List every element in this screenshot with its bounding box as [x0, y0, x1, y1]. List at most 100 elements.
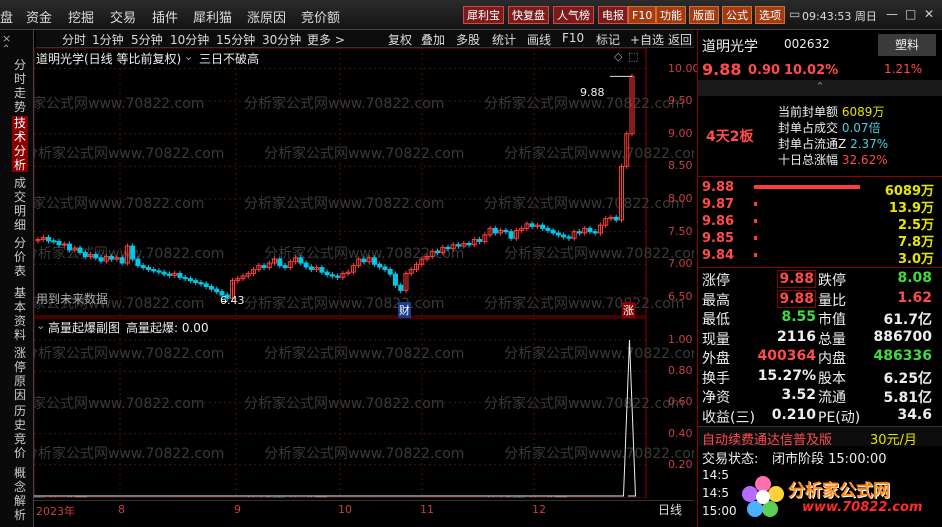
mark-button[interactable]: 标记 [596, 31, 620, 48]
period-tab[interactable]: 5分钟 [131, 31, 163, 48]
watermark: 分析家公式网www.70822.com [504, 245, 694, 262]
telegraph-button[interactable]: 电报 [598, 6, 628, 24]
stat-label: 最低 [702, 312, 730, 328]
adjust-button[interactable]: 复权 [388, 31, 412, 48]
period-tab[interactable]: 10分钟 [170, 31, 209, 48]
candle-body [46, 237, 52, 242]
info-value: 6089万 [841, 105, 885, 119]
chevron-up-icon[interactable]: ⌃ [2, 44, 10, 55]
tab-time-share[interactable]: 分时走势 [12, 58, 28, 114]
stat-label: 股本 [818, 370, 846, 387]
promo-banner[interactable]: 自动续费通达信普及版 30元/月 [698, 426, 942, 448]
finance-marker[interactable]: 财 [398, 302, 411, 318]
menu-item[interactable]: 交易 [110, 7, 136, 26]
volume-spike-line [34, 339, 637, 497]
watermark: 分析家公式网www.70822.com [504, 145, 694, 162]
sub-chevron-icon[interactable]: ⌄ [36, 319, 45, 332]
f10-tool-button[interactable]: F10 [562, 31, 584, 45]
maximize-icon[interactable]: □ [905, 7, 916, 21]
menu-item[interactable]: 挖掘 [68, 7, 94, 26]
diamond-icon[interactable]: ◇ [614, 50, 622, 63]
tab-limit-reason[interactable]: 涨停原因 [12, 346, 28, 402]
watermark: 分析家公式网www.70822.com [484, 195, 684, 212]
promo-price[interactable]: 30元/月 [870, 429, 917, 448]
min-price-label: 6.43 [220, 294, 245, 307]
minimize-icon[interactable]: — [886, 7, 898, 21]
candle-body [382, 266, 388, 271]
menu-item[interactable]: 插件 [152, 7, 178, 26]
candle-body [109, 255, 115, 260]
tab-trade-detail[interactable]: 成交明细 [12, 176, 28, 232]
stat-value: 400364 [757, 348, 816, 364]
tab-concept[interactable]: 概念解析 [12, 466, 28, 522]
formula-button[interactable]: 公式 [722, 6, 752, 24]
candle-body [477, 239, 483, 242]
tab-history-auction[interactable]: 历史竞价 [12, 404, 28, 460]
stat-label: 最高 [702, 292, 730, 309]
menu-item[interactable]: 资金 [26, 7, 52, 26]
book-row[interactable]: 9.86 2.5万 [698, 214, 942, 233]
layout-button[interactable]: 版面 [689, 6, 719, 24]
window-icon[interactable]: ▭ [789, 7, 800, 21]
candle-body [435, 250, 441, 254]
xilibao-button[interactable]: 犀利宝 [463, 6, 504, 24]
sector-button[interactable]: 塑料 [878, 34, 936, 56]
candle-body [540, 224, 546, 229]
period-tab[interactable]: 分时 [62, 31, 86, 48]
tab-fundamentals[interactable]: 基本资料 [12, 286, 28, 342]
stats-row: 净资 3.52 流通 5.81亿 [698, 387, 942, 406]
collapse-chevron-icon[interactable]: ⌃ [698, 80, 942, 96]
candle-body [492, 227, 498, 234]
popularity-button[interactable]: 人气榜 [553, 6, 594, 24]
promo-text[interactable]: 自动续费通达信普及版 [702, 429, 832, 448]
f10-button[interactable]: F10 [628, 6, 657, 24]
overlay-button[interactable]: 叠加 [421, 31, 445, 48]
menu-item[interactable]: 竞价额 [301, 7, 340, 26]
chart-area[interactable]: 分析家公式网www.70822.com 分析家公式网www.70822.com 分析… [34, 48, 700, 517]
more-periods-button[interactable]: 更多 > [307, 31, 345, 48]
y-tick-label: 8.50 [668, 159, 693, 173]
kline-chart[interactable]: 分析家公式网www.70822.com 分析家公式网www.70822.com 分析… [34, 48, 694, 498]
book-row[interactable]: 9.87 13.9万 [698, 197, 942, 216]
multi-stock-button[interactable]: 多股 [456, 31, 480, 48]
stat-value: 5.81亿 [883, 390, 932, 406]
book-price: 9.84 [702, 248, 735, 263]
settings-icon[interactable]: ⌄ [184, 50, 193, 63]
x-axis: 2023年 8 9 10 11 12 [34, 500, 694, 527]
quick-review-button[interactable]: 快复盘 [508, 6, 549, 24]
watermark: 分析家公式网www.70822.com [264, 145, 464, 162]
tab-price-table[interactable]: 分价表 [12, 236, 28, 278]
menu-item[interactable]: 盘 [0, 7, 13, 26]
expand-icon[interactable]: ⬚ [628, 50, 638, 63]
back-button[interactable]: 返回 [668, 31, 692, 48]
candle-body [130, 245, 136, 260]
draw-line-button[interactable]: 画线 [527, 31, 551, 48]
y-tick-label: 7.50 [668, 224, 693, 238]
book-row[interactable]: 9.88 6089万 [698, 180, 942, 199]
menu-item[interactable]: 涨原因 [247, 7, 286, 26]
function-button[interactable]: 功能 [656, 6, 686, 24]
candle-body [445, 246, 451, 250]
menu-item[interactable]: 犀利猫 [193, 7, 232, 26]
add-watchlist-button[interactable]: +自选 [630, 31, 664, 48]
stat-label: 现量 [702, 331, 730, 348]
logo-text: 分析家公式网 [788, 481, 890, 501]
indicator-name[interactable]: 三日不破高 [199, 50, 259, 67]
period-tab[interactable]: 1分钟 [92, 31, 124, 48]
tick-time: 14:5 [702, 468, 729, 482]
book-volume: 3.0万 [897, 252, 934, 267]
book-price: 9.85 [702, 231, 735, 246]
candle-body [392, 273, 398, 286]
limit-up-marker[interactable]: 涨 [622, 302, 635, 318]
candle-body [51, 240, 57, 243]
tab-technical-analysis[interactable]: 技术分析 [12, 116, 28, 172]
options-button[interactable]: 选项 [755, 6, 785, 24]
book-row[interactable]: 9.84 3.0万 [698, 248, 942, 267]
period-tab[interactable]: 15分钟 [216, 31, 255, 48]
flower-logo-icon [742, 476, 784, 517]
close-icon[interactable]: ✕ [924, 7, 934, 21]
period-tab[interactable]: 30分钟 [262, 31, 301, 48]
stock-code: 002632 [784, 37, 830, 51]
stats-button[interactable]: 统计 [492, 31, 516, 48]
book-row[interactable]: 9.85 7.8万 [698, 231, 942, 250]
